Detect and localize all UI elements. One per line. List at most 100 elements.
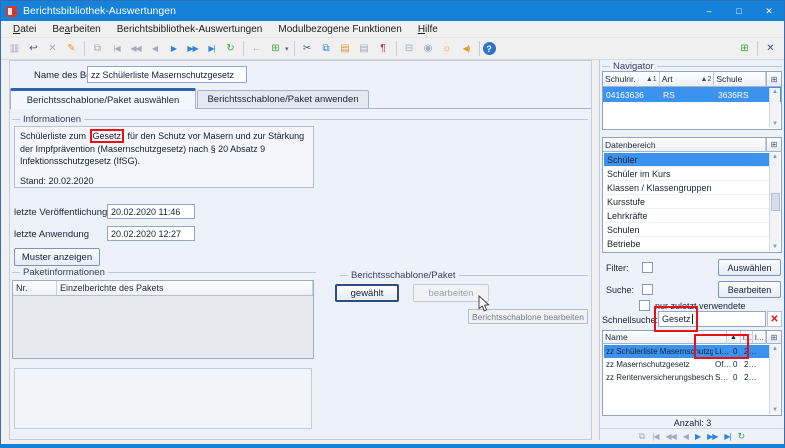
- list-item-kursstufe[interactable]: Kursstufe: [604, 195, 769, 209]
- next-record-icon[interactable]: ▶: [164, 40, 183, 58]
- app-icon: [6, 6, 17, 17]
- first-row-icon[interactable]: |◀: [652, 432, 658, 441]
- menu-modulbezogene-funktionen[interactable]: Modulbezogene Funktionen: [270, 23, 409, 36]
- scroll-up-icon[interactable]: ▲: [772, 154, 778, 160]
- scroll-down-icon[interactable]: ▼: [772, 407, 778, 413]
- column-header-datenbereich[interactable]: Datenbereich: [603, 138, 766, 152]
- toolbar-separator: [479, 41, 480, 56]
- maximize-button[interactable]: □: [724, 1, 754, 21]
- list-item-klassen[interactable]: Klassen / Klassengruppen: [604, 181, 769, 195]
- sort-asc-2-icon: ▲2: [701, 76, 712, 83]
- close-button[interactable]: ✕: [754, 1, 784, 21]
- filter-checkbox[interactable]: [642, 262, 653, 273]
- cut-icon[interactable]: ✂: [298, 40, 317, 58]
- undo-icon[interactable]: ↩: [24, 40, 43, 58]
- lightbulb-icon[interactable]: ☼: [438, 40, 457, 58]
- refresh-icon[interactable]: ↻: [221, 40, 240, 58]
- list-item-schulen[interactable]: Schulen: [604, 223, 769, 237]
- save-icon[interactable]: ▥: [5, 40, 24, 58]
- scroll-down-icon[interactable]: ▼: [772, 121, 778, 127]
- paste-icon[interactable]: ▤: [336, 40, 355, 58]
- list-item-betriebe[interactable]: Betriebe: [604, 237, 769, 251]
- list-item-schueler[interactable]: Schüler: [604, 153, 769, 167]
- nur-zuletzt-checkbox[interactable]: [639, 300, 650, 311]
- grid-options-icon[interactable]: ⊞: [766, 331, 781, 344]
- refresh-rows-icon[interactable]: ↻: [738, 431, 746, 442]
- school-grid-scrollbar[interactable]: ▲ ▼: [769, 88, 780, 128]
- count-label: Anzahl: 3: [600, 418, 785, 428]
- dock-panel-icon[interactable]: ⊞: [735, 40, 754, 58]
- print-icon[interactable]: ⊟: [400, 40, 419, 58]
- help-icon[interactable]: ?: [483, 42, 496, 55]
- minimize-button[interactable]: –: [694, 1, 724, 21]
- first-record-icon[interactable]: |◀: [107, 40, 126, 58]
- list-item-schueler-im-kurs[interactable]: Schüler im Kurs: [604, 167, 769, 181]
- column-header-einzelberichte[interactable]: Einzelberichte des Pakets: [57, 281, 313, 295]
- prev-record-icon[interactable]: ◀: [145, 40, 164, 58]
- toolbar-separator: [757, 41, 758, 56]
- scrollbar-thumb[interactable]: [771, 193, 780, 211]
- navigator-panel: Navigator Schulnr.▲1 Art▲2 Schule ⊞ 0416…: [599, 60, 784, 440]
- results-scrollbar[interactable]: ▲ ▼: [769, 345, 780, 414]
- fast-prev-rows-icon[interactable]: ◀◀: [665, 432, 675, 441]
- show-sample-button[interactable]: Muster anzeigen: [14, 248, 100, 266]
- stand-date: Stand: 20.02.2020: [20, 175, 308, 188]
- result-row-2[interactable]: zz Masernschutzgesetz Of… 0 2…: [604, 358, 769, 371]
- last-publication-value[interactable]: 20.02.2020 11:46: [107, 204, 195, 219]
- column-header-schulnr[interactable]: Schulnr.▲1: [603, 72, 660, 87]
- fast-next-rows-icon[interactable]: ▶▶: [707, 432, 717, 441]
- last-usage-value[interactable]: 20.02.2020 12:27: [107, 226, 195, 241]
- menu-hilfe[interactable]: Hilfe: [410, 23, 446, 36]
- copy-record-icon[interactable]: ⧉: [639, 431, 645, 442]
- column-header-art[interactable]: Art▲2: [660, 72, 715, 87]
- annotation-box-gesetz-word: Gesetz: [90, 129, 125, 143]
- auswaehlen-button[interactable]: Auswählen: [718, 259, 781, 276]
- list-item-lehrkraefte[interactable]: Lehrkräfte: [604, 209, 769, 223]
- paragraph-icon[interactable]: ¶: [374, 40, 393, 58]
- package-notes-box: [14, 368, 312, 429]
- suche-checkbox[interactable]: [642, 284, 653, 295]
- menu-bearbeiten[interactable]: Bearbeiten: [44, 23, 108, 36]
- clear-search-icon[interactable]: ✕: [767, 311, 782, 327]
- delete-icon[interactable]: ✕: [43, 40, 62, 58]
- result-row-3[interactable]: zz Rentenversicherungsbescheinigung… S… …: [604, 371, 769, 384]
- bearbeiten-right-button[interactable]: Bearbeiten: [718, 281, 781, 298]
- grid-options-icon[interactable]: ⊞: [766, 72, 781, 87]
- record-navigator: ⧉ |◀ ◀◀ ◀ ▶ ▶▶ ▶| ↻: [600, 431, 784, 442]
- scroll-up-icon[interactable]: ▲: [772, 89, 778, 95]
- tab-schablone-auswaehlen[interactable]: Berichtsschablone/Paket auswählen: [10, 88, 196, 109]
- menu-datei[interactable]: Datei: [5, 23, 44, 36]
- next-row-icon[interactable]: ▶: [695, 432, 700, 441]
- grid-options-icon[interactable]: ⊞: [766, 138, 781, 152]
- last-row-icon[interactable]: ▶|: [724, 432, 730, 441]
- new-report-dropdown-icon[interactable]: ▾: [285, 45, 289, 53]
- school-row[interactable]: 04163636 RS 3636RS: [603, 87, 781, 102]
- report-name-input[interactable]: zz Schülerliste Masernschutzgesetz: [87, 66, 247, 83]
- copy-icon[interactable]: ⧉: [317, 40, 336, 58]
- last-record-icon[interactable]: ▶|: [202, 40, 221, 58]
- scroll-down-icon[interactable]: ▼: [772, 244, 778, 250]
- megaphone-icon[interactable]: ◀): [457, 40, 476, 58]
- column-header-nr[interactable]: Nr.: [13, 281, 57, 295]
- report-description: Schülerliste zum Gesetz für den Schutz v…: [14, 126, 314, 188]
- prev-row-icon[interactable]: ◀: [683, 432, 688, 441]
- annotation-box-schnellsuche: [654, 306, 698, 332]
- mouse-cursor-icon: [478, 295, 490, 312]
- paste-special-icon[interactable]: ▤: [355, 40, 374, 58]
- gewaehlt-button[interactable]: gewählt: [335, 284, 399, 302]
- fast-prev-icon[interactable]: ◀◀: [126, 40, 145, 58]
- scroll-up-icon[interactable]: ▲: [772, 346, 778, 352]
- datenbereich-scrollbar[interactable]: ▲ ▼: [769, 153, 780, 251]
- copy-record-icon[interactable]: ⧉: [88, 40, 107, 58]
- new-report-icon[interactable]: ⊞: [266, 40, 285, 58]
- fast-next-icon[interactable]: ▶▶: [183, 40, 202, 58]
- edit-icon[interactable]: ✎: [62, 40, 81, 58]
- preview-icon[interactable]: ◉: [419, 40, 438, 58]
- tab-schablone-anwenden[interactable]: Berichtsschablone/Paket anwenden: [197, 90, 369, 108]
- back-arrow-icon[interactable]: ←: [247, 40, 266, 58]
- column-header-schule[interactable]: Schule: [714, 72, 766, 87]
- column-header-l[interactable]: l…: [753, 331, 766, 344]
- close-panel-icon[interactable]: ✕: [761, 40, 780, 58]
- content-area: Name des Berichts zz Schülerliste Masern…: [1, 60, 784, 444]
- menu-berichtsbibliothek[interactable]: Berichtsbibliothek-Auswertungen: [109, 23, 271, 36]
